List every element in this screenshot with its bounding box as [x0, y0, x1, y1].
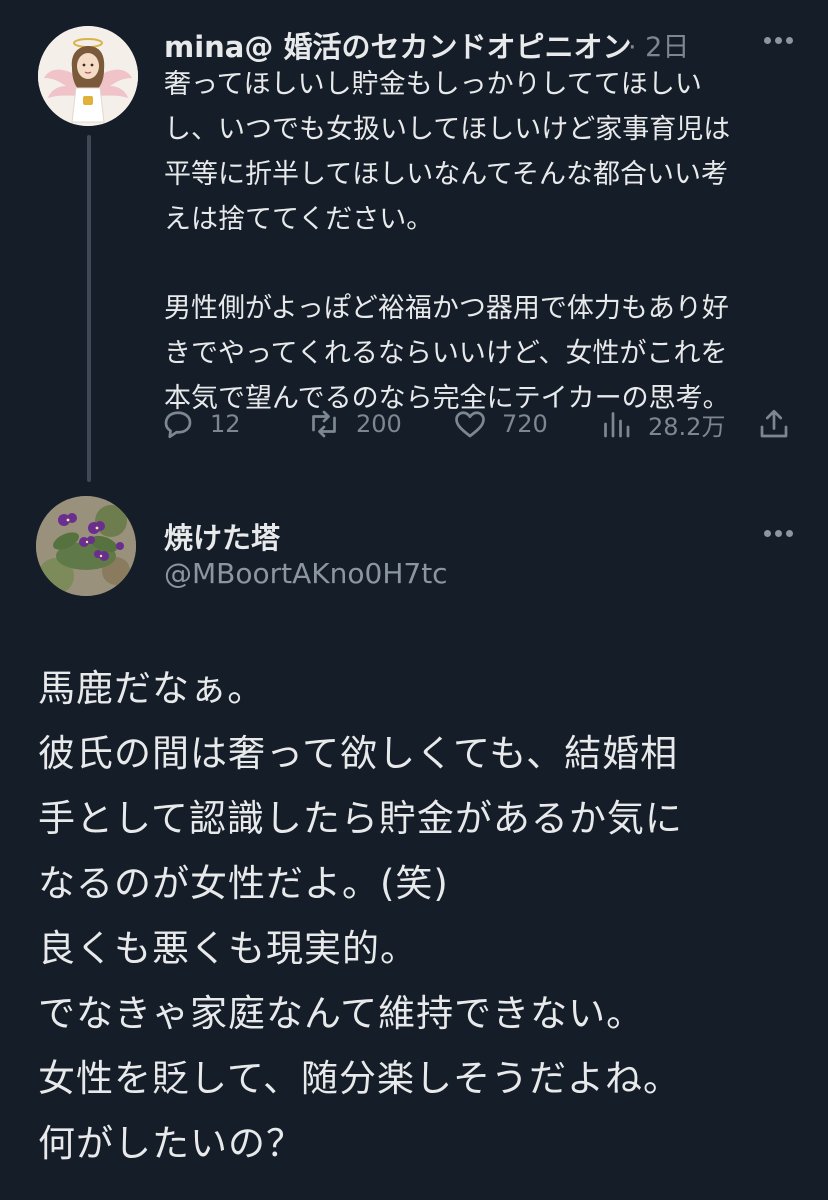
- angel-avatar-illustration: [38, 26, 138, 126]
- reply-text-line: 彼氏の間は奢って欲しくても、結婚相: [38, 732, 679, 775]
- avatar-mina[interactable]: [38, 26, 138, 126]
- reply-text-line: 手として認識したら貯金があるか気に: [38, 797, 683, 840]
- like-count: 720: [502, 410, 548, 438]
- parent-tweet-paragraph-2: 男性側がよっぽど裕福かつ器用で体力もあり好 きでやってくれるならいいけど、女性がこ…: [164, 286, 804, 421]
- reply-text-line: 良くも悪くも現実的。: [38, 927, 418, 970]
- parent-text-line: えは捨ててください。: [164, 204, 434, 235]
- violet-flowers-avatar: [36, 496, 136, 596]
- views-chart-icon: [604, 412, 630, 438]
- share-icon: [760, 409, 788, 438]
- avatar-yaketato[interactable]: [36, 496, 136, 596]
- reply-action[interactable]: 12: [160, 406, 241, 442]
- parent-tweet-paragraph-1: 奢ってほしいし貯金もしっかりしててほしい し、いつでも女扱いしてほしいけど家事育児…: [164, 62, 804, 242]
- reply-tweet-text: 馬鹿だなぁ。彼氏の間は奢って欲しくても、結婚相 手として認識したら貯金があるか気に…: [38, 656, 808, 1176]
- reply-text-line: 馬鹿だなぁ。: [38, 667, 266, 710]
- reply-display-name[interactable]: 焼けた塔: [164, 515, 280, 557]
- parent-text-line: 奢ってほしいし貯金もしっかりしててほしい: [164, 69, 702, 100]
- parent-tweet-text: 奢ってほしいし貯金もしっかりしててほしい し、いつでも女扱いしてほしいけど家事育児…: [164, 62, 804, 421]
- thread-connector-line: [87, 135, 91, 482]
- reply-more-icon[interactable]: [764, 530, 794, 538]
- like-action[interactable]: 720: [452, 406, 548, 442]
- reply-count: 12: [210, 410, 241, 438]
- share-action[interactable]: [756, 406, 806, 442]
- retweet-icon: [312, 410, 336, 438]
- parent-text-line: きでやってくれるならいいけど、女性がこれを: [164, 338, 728, 369]
- parent-timestamp[interactable]: · 2日: [628, 25, 689, 64]
- parent-text-line: し、いつでも女扱いしてほしいけど家事育児は: [164, 114, 731, 145]
- heart-icon: [455, 411, 485, 438]
- retweet-action[interactable]: 200: [306, 406, 402, 442]
- reply-text-line: なるのが女性だよ。(笑): [38, 862, 449, 905]
- reply-text-line: 何がしたいの？: [38, 1122, 304, 1165]
- retweet-count: 200: [356, 410, 402, 438]
- reply-text-line: 女性を貶して、随分楽しそうだよね。: [38, 1057, 682, 1100]
- parent-text-line: 平等に折半してほしいなんてそんな都合いい考: [164, 159, 729, 190]
- reply-handle[interactable]: @MBoortAKno0H7tc: [164, 557, 448, 590]
- views-count: 28.2万: [648, 412, 726, 441]
- parent-more-icon[interactable]: [764, 37, 794, 45]
- views-action[interactable]: 28.2万: [598, 406, 725, 442]
- parent-display-name[interactable]: mina@ 婚活のセカンドオピニオン: [164, 24, 631, 66]
- reply-text-line: でなきゃ家庭なんて維持できない。: [38, 992, 645, 1035]
- parent-text-line: 男性側がよっぽど裕福かつ器用で体力もあり好: [164, 293, 729, 324]
- reply-icon: [164, 411, 192, 439]
